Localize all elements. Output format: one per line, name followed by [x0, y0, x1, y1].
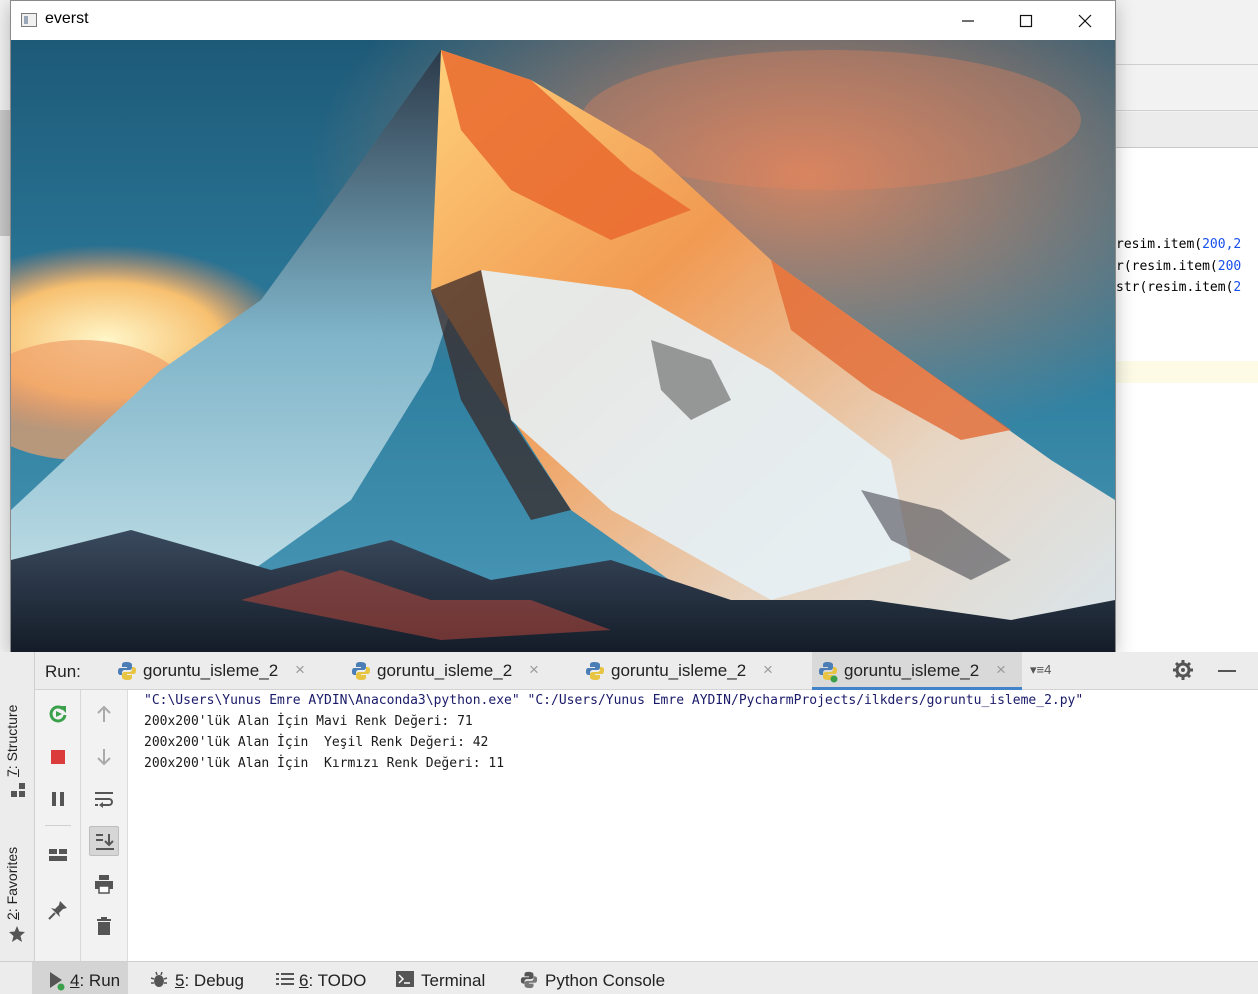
editor-tab-bar[interactable]: [1116, 112, 1258, 148]
run-toolbar-secondary: [81, 690, 127, 961]
hide-panel-icon[interactable]: [1218, 670, 1236, 672]
console-output[interactable]: "C:\Users\Yunus Emre AYDIN\Anaconda3\pyt…: [127, 690, 1258, 961]
todo-tool-button[interactable]: 6: TODO: [268, 962, 378, 994]
run-tool-label: 4: Run: [70, 971, 121, 990]
soft-wrap-button[interactable]: [89, 784, 119, 814]
run-tool-header: Run: goruntu_isleme_2 × goruntu_isleme_2…: [35, 652, 1258, 690]
arrow-down-icon: [97, 749, 111, 766]
window-app-icon: [21, 13, 37, 27]
close-button[interactable]: [1056, 1, 1114, 40]
gear-icon[interactable]: [1173, 660, 1193, 680]
minimize-icon: [962, 20, 974, 22]
python-icon: [118, 662, 136, 680]
current-line-highlight: [1116, 361, 1258, 383]
debug-tool-label: 5: Debug: [175, 971, 245, 990]
code-line: r(resim.item(200: [1116, 259, 1242, 274]
close-tab-icon[interactable]: ×: [295, 660, 305, 680]
run-toolbar-primary: [35, 690, 81, 961]
todo-tool-label: 6: TODO: [299, 971, 367, 990]
everest-photo: [11, 40, 1115, 652]
desktop: resim.item(200,2 r(resim.item(200 str(re…: [0, 0, 1258, 994]
pin-tab-button[interactable]: [43, 895, 73, 925]
print-icon: [95, 875, 113, 894]
run-tab-2[interactable]: goruntu_isleme_2 ×: [345, 652, 555, 690]
structure-icon: [11, 783, 25, 797]
stop-icon: [51, 750, 65, 764]
run-tool-button[interactable]: 4: Run: [32, 962, 128, 994]
scroll-to-end-button[interactable]: [89, 826, 119, 856]
clear-all-button[interactable]: [89, 911, 119, 941]
run-tab-label: goruntu_isleme_2: [143, 661, 279, 680]
list-icon: [276, 973, 294, 985]
python-console-tool-button[interactable]: Python Console: [512, 962, 682, 994]
run-tab-3[interactable]: goruntu_isleme_2 ×: [579, 652, 789, 690]
pause-icon: [52, 792, 64, 806]
python-console-tool-label: Python Console: [545, 971, 666, 990]
console-command-line: "C:\Users\Yunus Emre AYDIN\Anaconda3\pyt…: [144, 693, 1084, 708]
run-label: Run:: [45, 662, 81, 681]
run-tab-label: goruntu_isleme_2: [377, 661, 513, 680]
terminal-tool-label: Terminal: [421, 971, 486, 990]
pause-button[interactable]: [43, 784, 73, 814]
pin-icon: [48, 901, 67, 920]
run-icon: [50, 972, 65, 991]
image-window[interactable]: everst: [10, 0, 1116, 652]
arrow-up-icon: [97, 705, 111, 722]
image-window-titlebar[interactable]: everst: [11, 1, 1115, 40]
star-icon: [9, 926, 25, 942]
soft-wrap-icon: [95, 792, 113, 808]
structure-tab[interactable]: 7: Structure: [0, 687, 35, 802]
trash-icon: [97, 917, 111, 935]
run-tab-label: goruntu_isleme_2: [611, 661, 747, 680]
print-button[interactable]: [89, 869, 119, 899]
tool-window-bar: 4: Run 5: Debug 6: TODO Terminal Python …: [0, 961, 1258, 994]
favorites-tab-label: 2: Favorites: [4, 846, 20, 920]
ide-left-edge: [0, 110, 10, 236]
python-icon: [586, 662, 604, 680]
close-tab-icon[interactable]: ×: [763, 660, 773, 680]
close-tab-icon[interactable]: ×: [996, 660, 1006, 680]
python-icon: [352, 662, 370, 680]
window-title: everst: [45, 10, 89, 27]
layout-icon: [49, 849, 67, 861]
minimize-button[interactable]: [939, 1, 997, 40]
stop-button[interactable]: [43, 742, 73, 772]
debug-tool-button[interactable]: 5: Debug: [140, 962, 260, 994]
code-editor[interactable]: resim.item(200,2 r(resim.item(200 str(re…: [1116, 148, 1258, 653]
python-console-icon: [520, 971, 538, 989]
close-tab-icon[interactable]: ×: [529, 660, 539, 680]
mountain-image: [11, 40, 1115, 652]
left-tool-stripe: 7: Structure 2: Favorites: [0, 652, 35, 961]
restore-layout-button[interactable]: [43, 840, 73, 870]
console-output-line: 200x200'lük Alan İçin Mavi Renk Değeri: …: [144, 714, 473, 729]
terminal-icon: [396, 971, 414, 987]
rerun-icon: [49, 705, 67, 723]
code-line: str(resim.item(2: [1116, 280, 1242, 295]
down-stack-button[interactable]: [89, 742, 119, 772]
python-running-icon: [819, 662, 838, 683]
ide-divider: [1116, 64, 1258, 65]
code-line: resim.item(200,2: [1116, 237, 1242, 252]
ide-divider: [1116, 110, 1258, 111]
run-tab-1[interactable]: goruntu_isleme_2 ×: [111, 652, 321, 690]
close-icon: [1078, 14, 1092, 28]
tab-overflow-menu[interactable]: ▾≡4: [1030, 662, 1051, 678]
console-output-line: 200x200'lük Alan İçin Kırmızı Renk Değer…: [144, 756, 505, 771]
bug-icon: [150, 971, 168, 987]
up-stack-button[interactable]: [89, 699, 119, 729]
terminal-tool-button[interactable]: Terminal: [388, 962, 498, 994]
maximize-button[interactable]: [997, 1, 1055, 40]
toolbar-separator: [45, 825, 71, 826]
structure-tab-label: 7: Structure: [4, 704, 20, 777]
rerun-button[interactable]: [43, 699, 73, 729]
run-tab-4[interactable]: goruntu_isleme_2 ×: [812, 652, 1022, 690]
maximize-icon: [1019, 14, 1033, 28]
favorites-tab[interactable]: 2: Favorites: [0, 832, 35, 947]
scroll-to-end-icon: [96, 834, 114, 850]
console-output-line: 200x200'lük Alan İçin Yeşil Renk Değeri:…: [144, 735, 489, 750]
run-tab-label: goruntu_isleme_2: [844, 661, 980, 680]
